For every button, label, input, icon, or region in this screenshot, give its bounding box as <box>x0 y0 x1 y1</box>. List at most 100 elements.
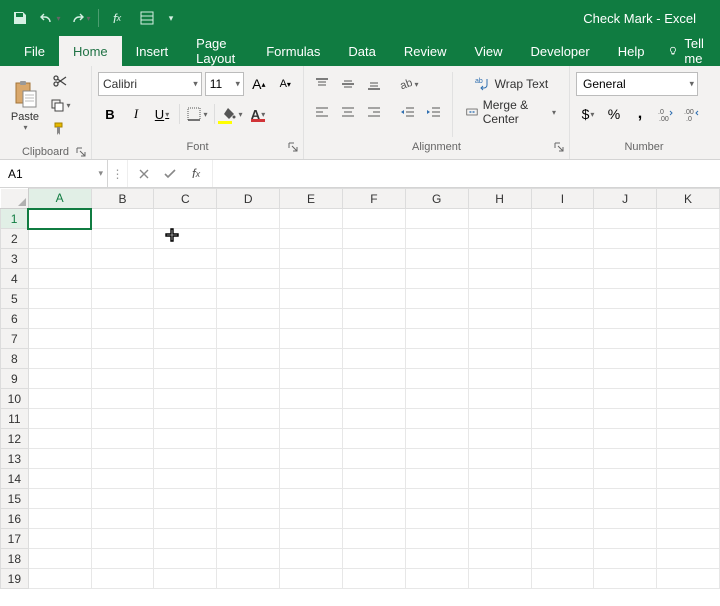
cell[interactable] <box>405 469 468 489</box>
align-bottom-button[interactable] <box>362 72 386 96</box>
column-header[interactable]: K <box>657 189 720 209</box>
tab-view[interactable]: View <box>461 36 517 66</box>
row-header[interactable]: 15 <box>1 489 29 509</box>
align-top-button[interactable] <box>310 72 334 96</box>
italic-button[interactable]: I <box>124 102 148 126</box>
row-header[interactable]: 3 <box>1 249 29 269</box>
cell[interactable] <box>28 509 91 529</box>
cell[interactable] <box>280 369 343 389</box>
cell[interactable] <box>405 489 468 509</box>
cell[interactable] <box>531 329 594 349</box>
column-header[interactable]: B <box>91 189 154 209</box>
cell[interactable] <box>531 269 594 289</box>
cell[interactable] <box>280 489 343 509</box>
cell[interactable] <box>594 509 657 529</box>
cell[interactable] <box>280 549 343 569</box>
cell[interactable] <box>594 469 657 489</box>
increase-font-button[interactable]: A▴ <box>247 72 270 96</box>
cell[interactable] <box>28 349 91 369</box>
cell[interactable] <box>405 449 468 469</box>
cell[interactable] <box>657 389 720 409</box>
cell[interactable] <box>154 249 217 269</box>
cell[interactable] <box>657 349 720 369</box>
cell[interactable] <box>657 529 720 549</box>
cell[interactable] <box>217 369 280 389</box>
cell[interactable] <box>91 509 154 529</box>
cell[interactable] <box>531 469 594 489</box>
cell[interactable] <box>405 349 468 369</box>
alignment-launcher[interactable] <box>553 141 565 153</box>
cell[interactable] <box>217 409 280 429</box>
cell[interactable] <box>468 389 531 409</box>
cell[interactable] <box>468 349 531 369</box>
cell[interactable] <box>280 229 343 249</box>
cell[interactable] <box>28 449 91 469</box>
cell[interactable] <box>531 349 594 369</box>
cell[interactable] <box>468 429 531 449</box>
cell[interactable] <box>531 369 594 389</box>
cell[interactable] <box>594 349 657 369</box>
cell[interactable] <box>28 329 91 349</box>
cell[interactable] <box>28 469 91 489</box>
cell[interactable] <box>657 289 720 309</box>
cell[interactable] <box>280 469 343 489</box>
row-header[interactable]: 7 <box>1 329 29 349</box>
cell[interactable] <box>468 469 531 489</box>
row-header[interactable]: 13 <box>1 449 29 469</box>
cell[interactable] <box>28 309 91 329</box>
cell[interactable] <box>531 309 594 329</box>
cell[interactable] <box>280 529 343 549</box>
cell[interactable] <box>594 249 657 269</box>
tab-home[interactable]: Home <box>59 36 122 66</box>
cell[interactable] <box>657 489 720 509</box>
cell[interactable] <box>594 569 657 589</box>
row-header[interactable]: 10 <box>1 389 29 409</box>
decrease-indent-button[interactable] <box>396 100 420 124</box>
select-all-corner[interactable] <box>1 189 29 209</box>
cell[interactable] <box>531 449 594 469</box>
cell[interactable] <box>91 289 154 309</box>
cell[interactable] <box>280 349 343 369</box>
cell[interactable] <box>342 249 405 269</box>
cell[interactable] <box>468 309 531 329</box>
cell[interactable] <box>657 569 720 589</box>
insert-function-button[interactable]: fx <box>184 162 208 186</box>
cell[interactable] <box>594 289 657 309</box>
cell[interactable] <box>531 489 594 509</box>
formula-input[interactable] <box>213 160 720 187</box>
cell[interactable] <box>280 249 343 269</box>
borders-button[interactable]: ▾ <box>185 102 209 126</box>
cell[interactable] <box>154 529 217 549</box>
cell[interactable] <box>28 229 91 249</box>
tell-me-button[interactable]: Tell me <box>658 36 720 66</box>
cell[interactable] <box>657 269 720 289</box>
column-header[interactable]: G <box>405 189 468 209</box>
cell[interactable] <box>154 289 217 309</box>
cell[interactable] <box>594 309 657 329</box>
cell[interactable] <box>217 289 280 309</box>
name-box[interactable]: ▾ <box>0 160 108 187</box>
cell[interactable] <box>594 489 657 509</box>
cell[interactable] <box>531 289 594 309</box>
cell[interactable] <box>657 509 720 529</box>
cell[interactable] <box>405 389 468 409</box>
cell[interactable] <box>280 309 343 329</box>
cell[interactable] <box>468 369 531 389</box>
cell[interactable] <box>657 429 720 449</box>
cell[interactable] <box>405 229 468 249</box>
cell[interactable] <box>468 249 531 269</box>
cell[interactable] <box>91 449 154 469</box>
cell[interactable] <box>594 429 657 449</box>
cell[interactable] <box>217 389 280 409</box>
column-header[interactable]: J <box>594 189 657 209</box>
cell[interactable] <box>468 209 531 229</box>
cell[interactable] <box>217 529 280 549</box>
column-header[interactable]: D <box>217 189 280 209</box>
bold-button[interactable]: B <box>98 102 122 126</box>
row-header[interactable]: 16 <box>1 509 29 529</box>
cut-button[interactable] <box>48 70 72 92</box>
copy-button[interactable]: ▾ <box>48 94 72 116</box>
cell[interactable] <box>468 449 531 469</box>
cell[interactable] <box>91 569 154 589</box>
cell[interactable] <box>91 369 154 389</box>
